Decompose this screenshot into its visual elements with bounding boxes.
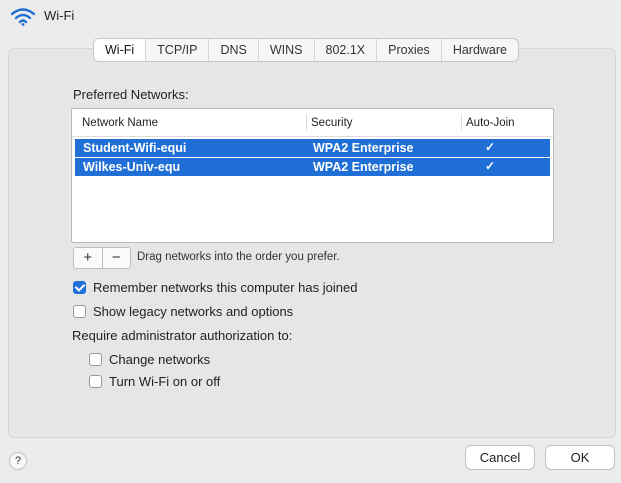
- remember-networks-label: Remember networks this computer has join…: [93, 280, 358, 295]
- network-name-cell: Student-Wifi-equi: [83, 141, 187, 155]
- ok-button[interactable]: OK: [545, 445, 615, 470]
- tab-wins[interactable]: WINS: [257, 39, 314, 61]
- turn-wifi-label: Turn Wi-Fi on or off: [109, 374, 221, 389]
- tab-tcpip[interactable]: TCP/IP: [145, 39, 208, 61]
- security-cell: WPA2 Enterprise: [313, 141, 414, 155]
- tab-proxies[interactable]: Proxies: [376, 39, 441, 61]
- column-network-name[interactable]: Network Name: [82, 117, 158, 129]
- preferred-networks-table[interactable]: Network Name Security Auto-Join Student-…: [71, 108, 554, 243]
- help-button[interactable]: ?: [9, 452, 27, 470]
- auto-join-checkbox[interactable]: ✓: [485, 159, 495, 173]
- table-row[interactable]: Wilkes-Univ-equ WPA2 Enterprise ✓: [75, 158, 550, 176]
- column-divider: [306, 114, 307, 130]
- legacy-networks-checkbox[interactable]: [73, 305, 86, 318]
- turn-wifi-checkbox[interactable]: [89, 375, 102, 388]
- tab-bar: Wi-Fi TCP/IP DNS WINS 802.1X Proxies Har…: [93, 38, 519, 62]
- cancel-button[interactable]: Cancel: [465, 445, 535, 470]
- tab-wifi[interactable]: Wi-Fi: [94, 39, 146, 61]
- table-header: Network Name Security Auto-Join: [72, 109, 553, 137]
- preferred-networks-label: Preferred Networks:: [73, 87, 189, 102]
- tab-dns[interactable]: DNS: [208, 39, 257, 61]
- change-networks-label: Change networks: [109, 352, 211, 367]
- column-auto-join[interactable]: Auto-Join: [466, 117, 515, 129]
- legacy-networks-label: Show legacy networks and options: [93, 304, 294, 319]
- column-security[interactable]: Security: [311, 117, 353, 129]
- change-networks-checkbox[interactable]: [89, 353, 102, 366]
- auto-join-checkbox[interactable]: ✓: [485, 140, 495, 154]
- table-row[interactable]: Student-Wifi-equi WPA2 Enterprise ✓: [75, 139, 550, 157]
- admin-auth-label: Require administrator authorization to:: [72, 328, 293, 343]
- security-cell: WPA2 Enterprise: [313, 160, 414, 174]
- remember-networks-checkbox[interactable]: [73, 281, 86, 294]
- remove-network-button[interactable]: −: [101, 248, 131, 268]
- add-network-button[interactable]: +: [74, 248, 102, 268]
- list-edit-buttons: + −: [73, 247, 131, 269]
- tab-8021x[interactable]: 802.1X: [313, 39, 377, 61]
- window-title: Wi-Fi: [44, 8, 75, 23]
- drag-hint: Drag networks into the order you prefer.: [137, 251, 340, 263]
- title-bar: Wi-Fi: [0, 0, 621, 32]
- network-name-cell: Wilkes-Univ-equ: [83, 160, 181, 174]
- tab-hardware[interactable]: Hardware: [440, 39, 518, 61]
- column-divider: [461, 114, 462, 130]
- wifi-icon: [10, 8, 36, 26]
